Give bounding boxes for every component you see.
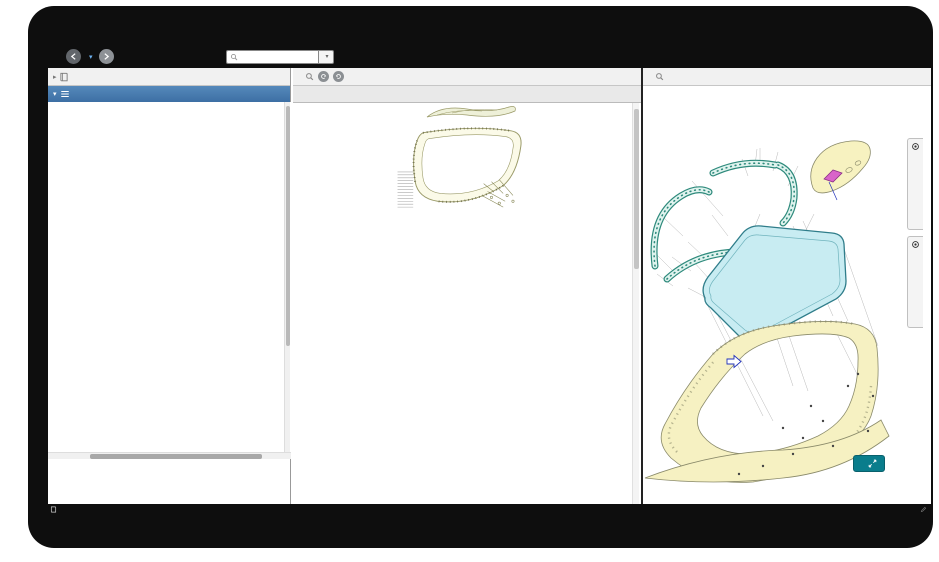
- attachments-side-tab[interactable]: [907, 236, 923, 328]
- chevron-down-icon: ▾: [89, 53, 93, 61]
- book-icon: [59, 72, 69, 82]
- windshield-diagram: [644, 140, 890, 483]
- content-header: [293, 68, 641, 86]
- pencil-icon: [920, 506, 927, 513]
- library-header: ▸: [48, 68, 290, 86]
- top-toolbar: ▾ ▾: [48, 45, 931, 68]
- caret-right-icon[interactable]: ▸: [53, 73, 57, 81]
- toc-tree: [48, 102, 291, 452]
- nav-back-button[interactable]: [66, 49, 81, 64]
- search-icon: [230, 53, 238, 61]
- document-search: ▾: [225, 49, 334, 64]
- status-bar: [48, 506, 931, 518]
- graphic-viewport[interactable]: [643, 86, 931, 504]
- search-icon[interactable]: [655, 72, 664, 81]
- document-type-dropdown[interactable]: ▾: [87, 53, 93, 61]
- app-window: ▾ ▾ ▸ ▾: [48, 45, 931, 518]
- annotations-side-tab[interactable]: [907, 138, 923, 230]
- chevron-down-icon: ▾: [325, 54, 329, 60]
- book-icon: [50, 506, 57, 513]
- nav-forward-button[interactable]: [98, 49, 114, 64]
- content-scrollbar[interactable]: [632, 103, 639, 504]
- search-field-wrap: [225, 49, 318, 64]
- panels: ▸ ▾: [48, 68, 931, 504]
- history-forward-button[interactable]: [333, 71, 344, 82]
- search-scope-select[interactable]: ▾: [317, 49, 334, 64]
- toc-header[interactable]: ▾: [48, 86, 290, 102]
- caret-down-icon: ▾: [53, 91, 57, 98]
- revision-status: [50, 506, 59, 513]
- search-input[interactable]: [239, 53, 315, 60]
- library-accordions: [48, 459, 291, 504]
- content-panel: [293, 68, 641, 504]
- aircraft-nose-inset: [810, 140, 871, 201]
- figure-2-thumbnail[interactable]: [293, 123, 641, 213]
- toc-list-icon: [60, 89, 70, 99]
- content-body: [293, 103, 641, 504]
- toc-vscrollbar[interactable]: [284, 102, 290, 452]
- expand-icon[interactable]: [868, 459, 877, 468]
- figure-caption-badge[interactable]: [853, 455, 885, 472]
- library-panel: ▸ ▾: [48, 68, 291, 504]
- search-icon[interactable]: [305, 72, 314, 81]
- visibility-icon: [911, 142, 920, 151]
- toc-hscrollbar[interactable]: [48, 452, 291, 459]
- graphic-panel: [643, 68, 931, 504]
- content-tabs: [293, 86, 641, 103]
- screen: ▾ ▾ ▸ ▾: [0, 0, 939, 562]
- copyright: [920, 506, 929, 513]
- history-back-button[interactable]: [318, 71, 329, 82]
- figure-1-thumbnail[interactable]: [293, 103, 641, 119]
- visibility-icon: [911, 240, 920, 249]
- graphic-header: [643, 68, 931, 86]
